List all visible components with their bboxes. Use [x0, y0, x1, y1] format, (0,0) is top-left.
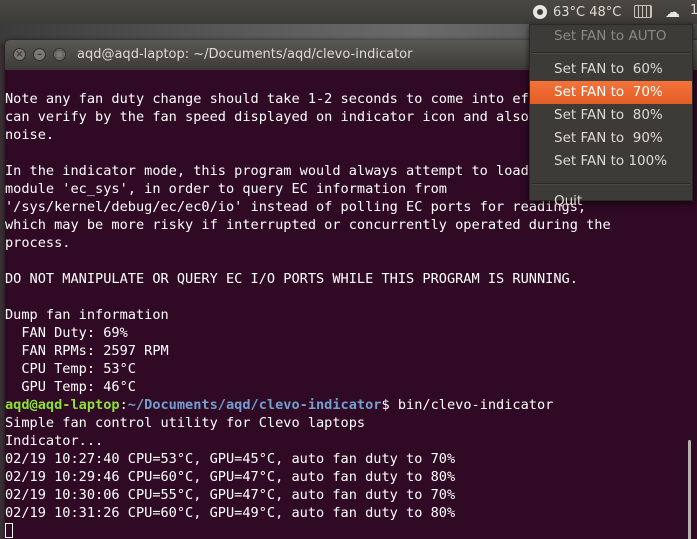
terminal-line: which may be more risky if interrupted o… [5, 217, 611, 233]
terminal-line: GPU Temp: 46°C [5, 379, 136, 395]
terminal-line: DO NOT MANIPULATE OR QUERY EC I/O PORTS … [5, 271, 578, 287]
menu-item[interactable]: Quit [530, 190, 692, 213]
terminal-line: CPU Temp: 53°C [5, 361, 136, 377]
terminal-line: module 'ec_sys', in order to query EC in… [5, 181, 447, 197]
terminal-line: Dump fan information [5, 307, 169, 323]
prompt-path: ~/Documents/aqd/clevo-indicator [127, 397, 382, 413]
menu-item[interactable]: Set FAN to 100% [530, 150, 692, 173]
terminal-line: Simple fan control utility for Clevo lap… [5, 415, 366, 431]
terminal-output-before: Note any fan duty change should take 1-2… [5, 91, 619, 395]
terminal-output-after: Simple fan control utility for Clevo lap… [5, 415, 455, 521]
terminal-line: 02/19 10:31:26 CPU=60°C, GPU=49°C, auto … [5, 505, 456, 521]
terminal-cursor [5, 523, 13, 538]
terminal-line: process. [5, 235, 71, 251]
fan-menu[interactable]: Set FAN to AUTO Set FAN to 60% Set FAN to … [529, 24, 693, 209]
terminal-line: 02/19 10:30:06 CPU=55°C, GPU=47°C, auto … [5, 487, 456, 503]
prompt-user: aqd@aqd-laptop [5, 397, 120, 413]
menu-item[interactable]: Set FAN to 80% [530, 104, 692, 127]
prompt-command: $ bin/clevo-indicator [381, 397, 554, 413]
window-title: aqd@aqd-laptop: ~/Documents/aqd/clevo-in… [77, 47, 413, 62]
menu-separator [532, 52, 690, 54]
terminal-line: 02/19 10:29:46 CPU=60°C, GPU=47°C, auto … [5, 469, 456, 485]
terminal-line: FAN Duty: 69% [5, 325, 128, 341]
panel-trailing-text: 1 [690, 3, 697, 18]
minimize-icon: – [37, 49, 42, 60]
terminal-line: FAN RPMs: 2597 RPM [5, 343, 169, 359]
maximize-icon: □ [54, 49, 65, 60]
minimize-button[interactable]: – [33, 48, 46, 61]
terminal-line: '/sys/kernel/debug/ec/ec0/io' instead of… [5, 199, 587, 215]
temperature-readout: 63°C 48°C [553, 4, 622, 20]
close-icon: × [15, 49, 24, 60]
terminal-output: Note any fan duty change should take 1-2… [5, 90, 619, 539]
fan-indicator[interactable]: 63°C 48°C [533, 0, 621, 24]
keyboard-icon[interactable] [634, 5, 652, 18]
terminal-line: noise. [5, 127, 55, 143]
menu-item[interactable]: Set FAN to 70% [530, 81, 692, 104]
weather-icon[interactable]: ☁ [665, 3, 687, 21]
top-panel: 63°C 48°C ☁ 1 [0, 0, 697, 24]
terminal-line: Note any fan duty change should take 1-2… [5, 91, 611, 107]
menu-item[interactable]: Set FAN to 90% [530, 127, 692, 150]
prompt-separator: : [119, 397, 128, 413]
maximize-button[interactable]: □ [53, 48, 66, 61]
close-button[interactable]: × [13, 48, 26, 61]
terminal-scrollbar[interactable] [688, 440, 691, 539]
terminal-line: can verify by the fan speed displayed on… [5, 109, 619, 125]
menu-item: Set FAN to AUTO [554, 28, 667, 44]
terminal-line: In the indicator mode, this program woul… [5, 163, 587, 179]
terminal-line: Indicator... [5, 433, 104, 449]
terminal-line: 02/19 10:27:40 CPU=53°C, GPU=45°C, auto … [5, 451, 456, 467]
menu-item[interactable]: Set FAN to 60% [530, 58, 692, 81]
menu-separator [532, 183, 690, 185]
desktop-screen: × – □ aqd@aqd-laptop: ~/Documents/aqd/cl… [0, 0, 697, 539]
fan-icon [533, 5, 547, 19]
